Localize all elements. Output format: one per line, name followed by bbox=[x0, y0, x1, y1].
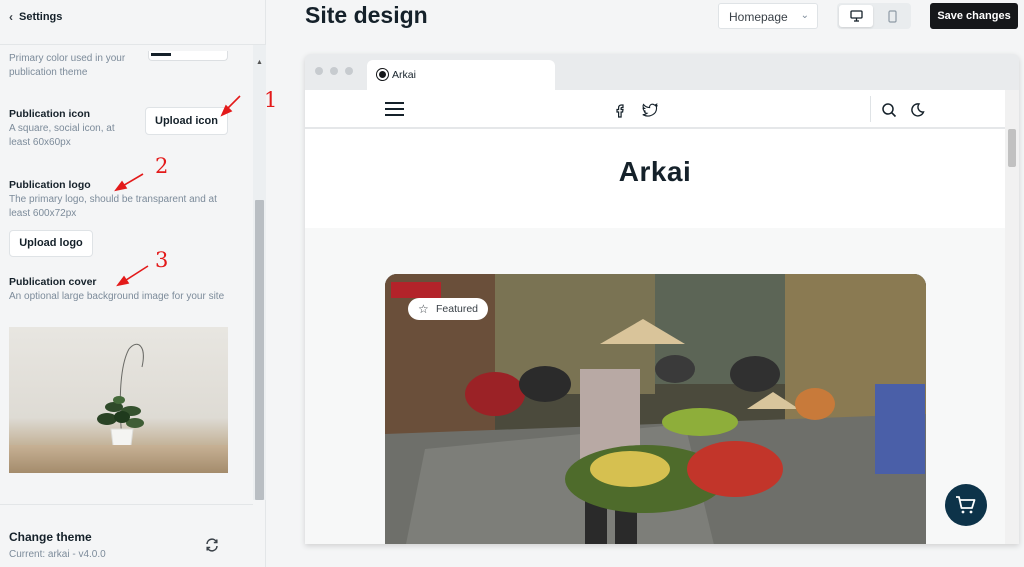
site-title[interactable]: Arkai bbox=[305, 156, 1005, 188]
desktop-icon bbox=[849, 10, 863, 22]
change-theme-section[interactable]: Change theme Current: arkai - v4.0.0 bbox=[0, 504, 253, 567]
annotation-number-1: 1 bbox=[264, 88, 278, 112]
dark-mode-moon-icon[interactable] bbox=[909, 102, 925, 118]
hamburger-menu-icon[interactable] bbox=[385, 102, 404, 116]
chevron-down-icon: ⌄ bbox=[800, 10, 809, 21]
change-theme-title: Change theme bbox=[9, 530, 92, 544]
mobile-view-button[interactable] bbox=[875, 5, 909, 27]
featured-post-image[interactable]: ☆ Featured bbox=[385, 274, 926, 544]
preview-browser-tab: Arkai bbox=[367, 60, 555, 90]
site-favicon-icon bbox=[377, 69, 388, 80]
facebook-icon[interactable] bbox=[612, 102, 628, 118]
search-icon[interactable] bbox=[881, 102, 897, 118]
page-select-value: Homepage bbox=[729, 10, 788, 24]
shopping-cart-icon bbox=[956, 496, 976, 514]
annotation-number-2: 2 bbox=[155, 154, 169, 178]
publication-cover-image[interactable] bbox=[9, 327, 228, 473]
current-theme-label: Current: arkai - v4.0.0 bbox=[9, 549, 106, 560]
page-title: Site design bbox=[305, 2, 428, 28]
preview-scrollbar-thumb[interactable] bbox=[1008, 129, 1016, 167]
twitter-icon[interactable] bbox=[642, 102, 658, 118]
site-preview-viewport: Arkai ☆ Featured bbox=[305, 90, 1019, 544]
annotation-number-3: 3 bbox=[155, 248, 169, 272]
star-icon: ☆ bbox=[418, 302, 429, 316]
device-toggle bbox=[837, 3, 911, 29]
featured-label: Featured bbox=[436, 303, 479, 315]
site-preview-frame: Arkai Arkai ☆ Featured bbox=[305, 54, 1019, 544]
annotation-arrows bbox=[114, 95, 241, 287]
nav-separator bbox=[870, 96, 871, 122]
site-navbar bbox=[305, 90, 1005, 129]
featured-badge: ☆ Featured bbox=[408, 298, 489, 320]
desktop-view-button[interactable] bbox=[839, 5, 873, 27]
tab-title: Arkai bbox=[392, 69, 416, 81]
window-dots bbox=[315, 67, 353, 75]
page-select[interactable]: Homepage ⌄ bbox=[718, 3, 818, 29]
cart-button[interactable] bbox=[945, 484, 987, 526]
mobile-icon bbox=[887, 9, 897, 23]
shelf bbox=[9, 445, 228, 473]
save-changes-button[interactable]: Save changes bbox=[930, 3, 1018, 29]
refresh-icon[interactable] bbox=[204, 537, 220, 553]
preview-scrollbar[interactable] bbox=[1005, 90, 1019, 544]
